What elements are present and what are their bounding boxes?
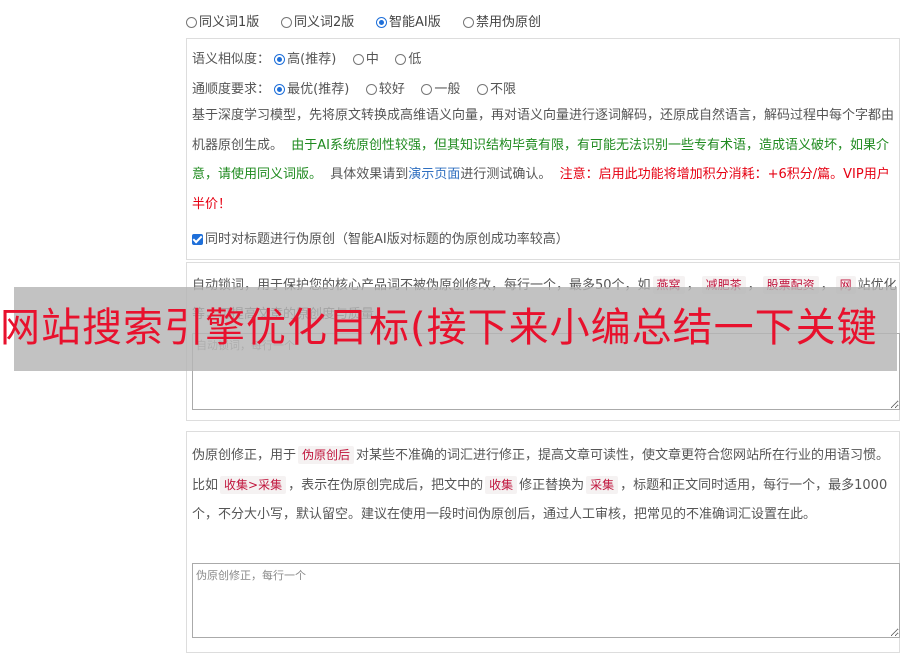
mode-option-synonym1[interactable]: 同义词1版 [186, 11, 259, 30]
checkbox-checked-icon[interactable] [192, 234, 203, 245]
similarity-medium[interactable]: 中 [352, 52, 379, 67]
demo-page-link[interactable]: 演示页面 [408, 167, 460, 182]
radio-icon[interactable] [463, 17, 474, 28]
fluency-normal[interactable]: 一般 [421, 82, 460, 97]
radio-selected-icon[interactable] [376, 17, 387, 28]
mode-option-disable[interactable]: 禁用伪原创 [463, 11, 541, 30]
radio-icon[interactable] [365, 84, 377, 95]
title-checkbox-row[interactable]: 同时对标题进行伪原创（智能AI版对标题的伪原创成功率较高） [192, 228, 569, 247]
fluency-best[interactable]: 最优(推荐) [274, 82, 349, 97]
radio-icon[interactable] [352, 54, 364, 65]
ai-description: 基于深度学习模型，先将原文转换成高维语义向量，再对语义向量进行逐词解码，还原成自… [192, 108, 895, 212]
fluency-row: 通顺度要求： 最优(推荐) 较好 一般 不限 [192, 82, 516, 97]
mode-option-ai[interactable]: 智能AI版 [376, 11, 441, 30]
fix-words-description: 伪原创修正，用于 伪原创后 对某些不准确的词汇进行修正，提高文章可读性，使文章更符合… [192, 446, 890, 522]
similarity-low[interactable]: 低 [395, 52, 421, 67]
radio-icon[interactable] [395, 54, 407, 65]
radio-icon[interactable] [281, 17, 292, 28]
fluency-any[interactable]: 不限 [476, 82, 516, 97]
fluency-good[interactable]: 较好 [365, 82, 405, 97]
fix-words-input[interactable] [192, 563, 900, 638]
radio-icon[interactable] [476, 84, 488, 95]
overlay-banner-text: 网站搜索引擎优化目标(接下来小编总结一下关键 [0, 305, 878, 351]
radio-icon[interactable] [421, 84, 433, 95]
similarity-row: 语义相似度： 高(推荐) 中 低 [192, 52, 422, 67]
similarity-high[interactable]: 高(推荐) [274, 52, 336, 67]
radio-selected-icon[interactable] [274, 84, 286, 95]
radio-selected-icon[interactable] [274, 54, 286, 65]
mode-option-synonym2[interactable]: 同义词2版 [281, 11, 354, 30]
radio-icon[interactable] [186, 17, 197, 28]
